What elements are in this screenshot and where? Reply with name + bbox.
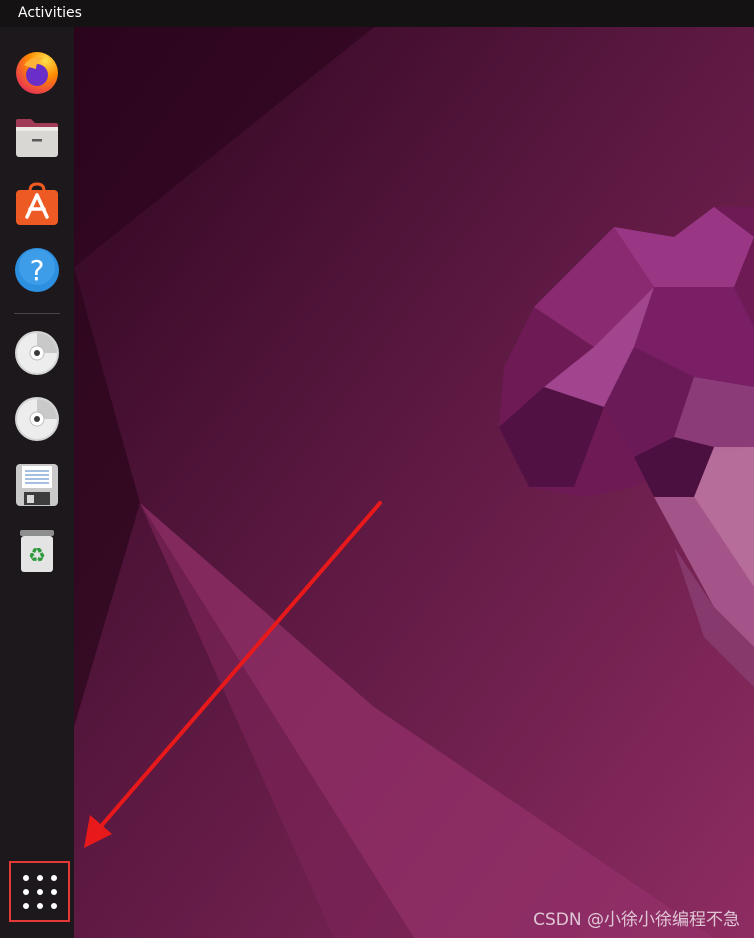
- trash-icon: ♻: [20, 530, 54, 572]
- dock-item-help[interactable]: ?: [10, 243, 64, 297]
- optical-disc-icon: [15, 397, 59, 441]
- dock: ? ♻: [0, 27, 74, 938]
- dock-item-files[interactable]: [10, 111, 64, 165]
- watermark-text: CSDN @小徐小徐编程不急: [533, 910, 740, 930]
- software-store-icon: [16, 182, 58, 225]
- help-glyph: ?: [30, 254, 45, 287]
- help-icon: ?: [15, 248, 59, 292]
- desktop-wallpaper: [74, 27, 754, 938]
- dock-item-firefox[interactable]: [10, 45, 64, 99]
- dock-separator: [14, 313, 60, 314]
- app-grid-icon: [22, 874, 57, 909]
- recycle-glyph: ♻: [28, 543, 46, 567]
- dock-item-disc-1[interactable]: [10, 326, 64, 380]
- activities-button[interactable]: Activities: [18, 5, 82, 22]
- show-applications-button[interactable]: [9, 861, 70, 922]
- dock-item-floppy[interactable]: [10, 458, 64, 512]
- dock-item-trash[interactable]: ♻: [10, 524, 64, 578]
- firefox-icon: [16, 52, 58, 94]
- floppy-disk-icon: [16, 464, 58, 506]
- optical-disc-icon: [15, 331, 59, 375]
- dock-item-disc-2[interactable]: [10, 392, 64, 446]
- files-icon: [16, 119, 58, 157]
- top-bar: Activities: [0, 0, 754, 27]
- dock-item-software[interactable]: [10, 177, 64, 231]
- wallpaper-art: [74, 27, 754, 938]
